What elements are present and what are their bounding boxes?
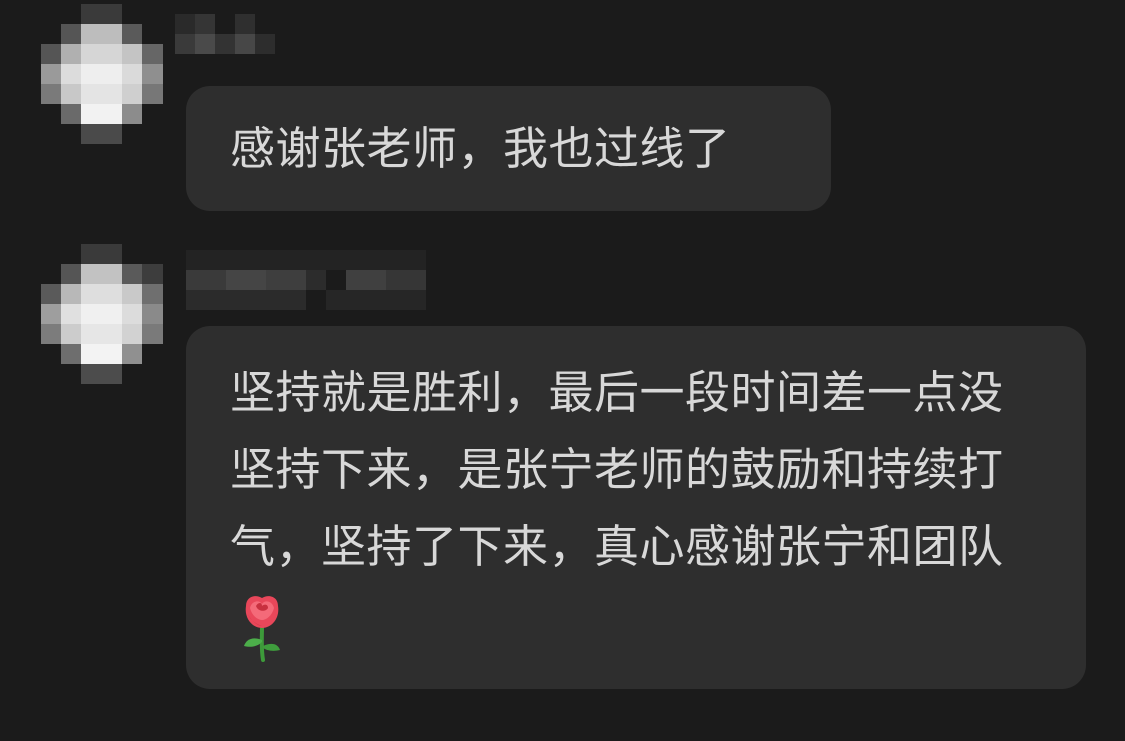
chat-window: 感谢张老师，我也过线了 坚持就是胜利，最后一段时间差一点没坚持下来，是张宁老师的… [0,0,1125,741]
message-bubble[interactable]: 坚持就是胜利，最后一段时间差一点没坚持下来，是张宁老师的鼓励和持续打气，坚持了下… [186,326,1086,689]
message-bubble[interactable]: 感谢张老师，我也过线了 [186,86,831,211]
avatar[interactable] [41,244,163,384]
message-text: 感谢张老师，我也过线了 [230,122,731,175]
message-text: 坚持就是胜利，最后一段时间差一点没坚持下来，是张宁老师的鼓励和持续打气，坚持了下… [230,366,1004,573]
sender-name [186,250,426,314]
sender-name [175,14,275,68]
avatar[interactable] [41,4,163,144]
rose-icon [236,592,288,662]
